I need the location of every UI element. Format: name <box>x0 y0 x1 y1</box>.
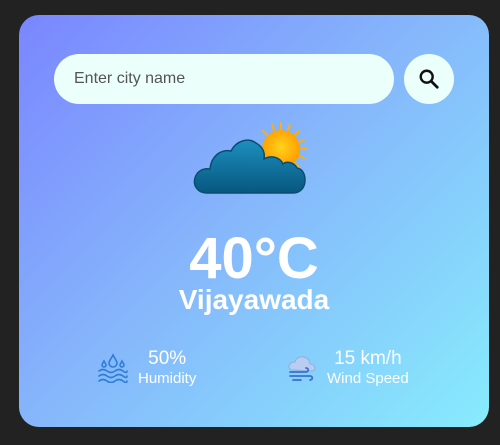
city-search-input[interactable] <box>54 54 394 104</box>
wind-value: 15 km/h <box>334 348 402 369</box>
humidity-detail: 50% Humidity <box>96 346 196 390</box>
search-button[interactable] <box>404 54 454 104</box>
weather-card: 40°C Vijayawada 50% Humidity <box>19 15 489 427</box>
temperature: 40°C <box>189 226 319 291</box>
search-icon <box>419 69 439 89</box>
humidity-value: 50% <box>148 348 187 369</box>
wind-detail: 15 km/h Wind Speed <box>285 346 409 390</box>
wind-text: 15 km/h Wind Speed <box>327 348 409 388</box>
humidity-text: 50% Humidity <box>138 348 196 388</box>
wind-icon <box>285 351 319 385</box>
city-name: Vijayawada <box>178 284 330 315</box>
wind-label: Wind Speed <box>327 370 409 387</box>
cloud-sun-icon <box>193 121 311 197</box>
humidity-icon <box>96 351 130 385</box>
search-bar <box>54 53 454 104</box>
humidity-label: Humidity <box>138 370 197 387</box>
